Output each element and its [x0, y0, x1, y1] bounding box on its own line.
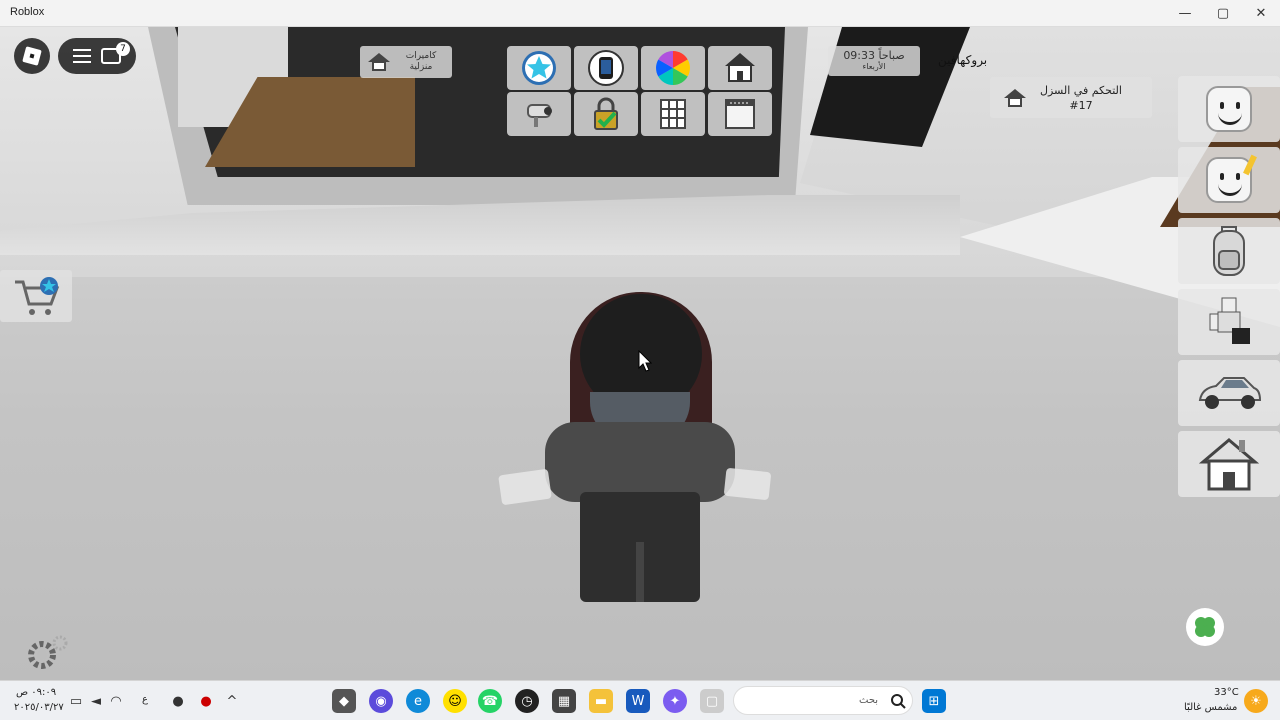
face-editor-button[interactable] — [1178, 147, 1280, 213]
weather-sun-icon[interactable]: ☀ — [1244, 689, 1268, 713]
star-icon — [522, 51, 556, 85]
maximize-button[interactable]: ▢ — [1204, 0, 1242, 27]
search-placeholder: بحث — [859, 695, 879, 706]
avatar-torso — [545, 422, 735, 502]
windows-taskbar: ٠٩:٠٩ ص ٢٠٢٥/٠٣/٢٧ ▭ ◄ ◠ ع ● ● ^ ◆ ◉ e ☺… — [0, 680, 1280, 720]
clock-date: ٢٠٢٥/٠٣/٢٧ — [14, 702, 64, 713]
language-indicator[interactable]: ع — [142, 694, 148, 705]
start-windows-icon[interactable]: ⊞ — [922, 689, 946, 713]
home-cameras-button[interactable]: كاميرات منزلية — [360, 46, 452, 78]
house-control-icon — [1004, 88, 1026, 107]
lock-icon — [594, 97, 618, 130]
blinds-icon — [725, 99, 755, 129]
roblox-app-icon[interactable]: ◆ — [332, 689, 356, 713]
network-alert-icon[interactable]: ● — [194, 689, 218, 713]
microphone-icon[interactable]: ● — [166, 689, 190, 713]
color-wheel-icon — [656, 51, 690, 85]
house-number: #17 — [1069, 98, 1093, 112]
house-icon — [368, 53, 390, 71]
car-icon — [1198, 377, 1262, 409]
game-viewport[interactable] — [0, 27, 1280, 680]
weather-temperature: 33°C — [1214, 687, 1239, 698]
backpack-button[interactable] — [1178, 218, 1280, 284]
phone-tool-button[interactable] — [574, 46, 638, 90]
clock-time: ٠٩:٠٩ ص — [16, 687, 57, 698]
houses-button[interactable] — [1178, 431, 1280, 497]
house-menu-icon — [1199, 438, 1259, 491]
lock-tool-button[interactable] — [574, 92, 638, 136]
roblox-menu-button[interactable] — [14, 38, 50, 74]
gear-icon[interactable] — [26, 633, 70, 673]
home-cameras-label: كاميرات منزلية — [405, 51, 437, 72]
word-app-icon[interactable]: W — [626, 689, 650, 713]
file-explorer-icon[interactable]: ▬ — [589, 689, 613, 713]
shop-cart-icon — [15, 277, 60, 315]
player-name: بروكهافين — [938, 53, 988, 67]
star-tool-button[interactable] — [507, 46, 571, 90]
backpack-icon — [1213, 226, 1245, 276]
avatar-leg-gap — [636, 542, 644, 602]
vehicle-button[interactable] — [1178, 360, 1280, 426]
menu-icon[interactable] — [73, 49, 91, 63]
mouse-cursor-icon — [638, 350, 652, 372]
player-avatar[interactable] — [498, 292, 772, 612]
avatar-right-hand — [723, 467, 772, 501]
snapchat-app-icon[interactable]: ☺ — [443, 689, 467, 713]
clock-app-icon[interactable]: ◷ — [515, 689, 539, 713]
window-title: Roblox — [10, 6, 45, 18]
chat-badge: 7 — [116, 42, 130, 56]
weather-description: مشمس غالبًا — [1184, 702, 1238, 713]
paint-tool-button[interactable] — [641, 46, 705, 90]
time-text: 09:33 صباحاً — [843, 49, 905, 62]
roblox-logo-icon — [22, 46, 42, 66]
store-app-icon[interactable]: ▦ — [552, 689, 576, 713]
taskbar-search[interactable]: بحث — [733, 686, 913, 715]
menu-chat-group: 7 — [58, 38, 136, 74]
camera-tool-button[interactable] — [507, 92, 571, 136]
window-title-bar: Roblox — ▢ ✕ — [0, 0, 1280, 27]
avatar-editor-button[interactable] — [1178, 76, 1280, 142]
day-text: الأربعاء — [862, 62, 886, 71]
shop-button[interactable] — [0, 270, 72, 322]
pencil-icon — [1243, 154, 1257, 176]
house-edit-icon — [725, 53, 755, 82]
house-control-label: التحكم في السزل — [1040, 83, 1122, 97]
phone-icon — [588, 50, 624, 86]
blinds-tool-button[interactable] — [708, 92, 772, 136]
tray-chevron-icon[interactable]: ^ — [220, 689, 244, 713]
clipchamp-app-icon[interactable]: ◉ — [369, 689, 393, 713]
time-display: 09:33 صباحاً الأربعاء — [828, 46, 920, 76]
avatar-figure-icon — [1209, 297, 1250, 344]
wifi-icon[interactable]: ◠ — [104, 689, 128, 713]
window-tool-button[interactable] — [641, 92, 705, 136]
window-icon — [660, 99, 686, 129]
security-camera-icon — [527, 104, 552, 127]
outfit-button[interactable] — [1178, 289, 1280, 355]
close-button[interactable]: ✕ — [1242, 0, 1280, 27]
avatar-left-hand — [498, 468, 552, 506]
whatsapp-app-icon[interactable]: ☎ — [478, 689, 502, 713]
minimize-button[interactable]: — — [1166, 0, 1204, 27]
house-edit-button[interactable] — [708, 46, 772, 90]
clover-button[interactable] — [1186, 608, 1224, 646]
edge-app-icon[interactable]: e — [406, 689, 430, 713]
copilot-app-icon[interactable]: ✦ — [663, 689, 687, 713]
task-view-icon[interactable]: ▢ — [700, 689, 724, 713]
smiley-face-icon — [1206, 86, 1252, 132]
search-icon — [891, 694, 906, 709]
house-control-button[interactable]: التحكم في السزل #17 — [990, 77, 1152, 118]
clover-icon — [1195, 617, 1215, 637]
